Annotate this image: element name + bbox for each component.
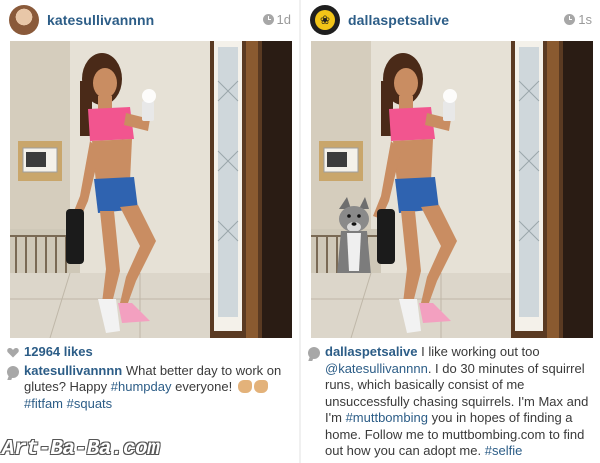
post-time: 1s <box>564 12 592 27</box>
time-label: 1d <box>276 12 291 27</box>
post-time: 1d <box>262 12 291 27</box>
likes-row[interactable]: 12964 likes <box>7 344 296 361</box>
post-header: ❀ dallaspetsalive 1s <box>301 0 600 40</box>
post-header: katesullivannnn 1d <box>0 0 299 40</box>
heart-icon <box>7 347 19 358</box>
flexed-biceps-emoji-icon <box>253 380 268 393</box>
post-katesullivannnn: katesullivannnn 1d 12964 likes katesulli… <box>0 0 299 463</box>
dog <box>337 197 371 275</box>
caption-text: dallaspetsalive I like working out too @… <box>325 344 597 460</box>
caption: dallaspetsalive I like working out too @… <box>308 344 597 460</box>
caption-username[interactable]: katesullivannnn <box>24 363 122 378</box>
hashtag-muttbombing[interactable]: #muttbombing <box>346 410 428 425</box>
muttbomb-selfie-image <box>311 41 593 338</box>
caption-username[interactable]: dallaspetsalive <box>325 344 418 359</box>
hashtag-humpday[interactable]: #humpday <box>111 379 172 394</box>
post-photo[interactable] <box>10 41 292 338</box>
time-label: 1s <box>578 12 592 27</box>
caption: katesullivannnn What better day to work … <box>7 363 296 413</box>
paw-icon: ❀ <box>315 10 335 30</box>
watermark: Art-Ba-Ba.com <box>2 438 160 461</box>
likes-count: 12964 likes <box>24 344 93 359</box>
hashtag-fitfam[interactable]: #fitfam <box>24 396 63 411</box>
selfie-image <box>10 41 292 338</box>
avatar[interactable] <box>9 5 39 35</box>
mention-katesullivannnn[interactable]: @katesullivannnn <box>325 361 428 376</box>
caption-body-2: everyone! <box>175 379 233 394</box>
avatar[interactable]: ❀ <box>310 5 340 35</box>
clock-icon <box>262 14 274 25</box>
post-dallaspetsalive: ❀ dallaspetsalive 1s dallaspetsalive I l… <box>301 0 600 463</box>
post-username[interactable]: dallaspetsalive <box>348 12 449 28</box>
instagram-comparison: katesullivannnn 1d 12964 likes katesulli… <box>0 0 600 463</box>
post-caption-area: dallaspetsalive I like working out too @… <box>308 344 597 460</box>
post-username[interactable]: katesullivannnn <box>47 12 154 28</box>
hashtag-selfie[interactable]: #selfie <box>485 443 523 458</box>
comment-bubble-icon <box>7 365 19 378</box>
caption-body-1: I like working out too <box>421 344 540 359</box>
caption-text: katesullivannnn What better day to work … <box>24 363 296 413</box>
post-caption-area: 12964 likes katesullivannnn What better … <box>7 344 296 412</box>
hashtag-squats[interactable]: #squats <box>67 396 113 411</box>
post-photo[interactable] <box>311 41 593 338</box>
flexed-biceps-emoji-icon <box>237 380 252 393</box>
comment-bubble-icon <box>308 347 320 359</box>
clock-icon <box>564 14 576 25</box>
